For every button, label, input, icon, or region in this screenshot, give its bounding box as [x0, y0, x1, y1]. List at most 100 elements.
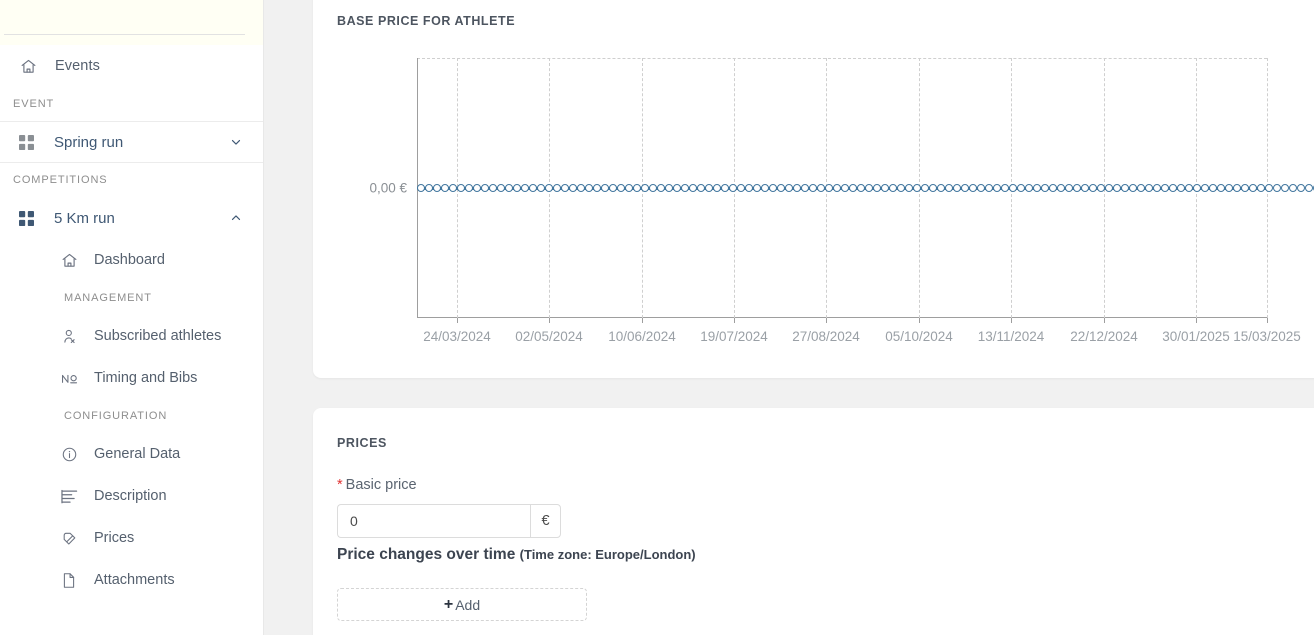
chevron-down-icon[interactable]: [229, 135, 243, 149]
sidebar-item-label: General Data: [94, 446, 181, 462]
chart-data-point: [473, 184, 481, 192]
sidebar-item-dashboard[interactable]: Dashboard: [0, 239, 263, 281]
chart-data-point: [537, 184, 545, 192]
price-changes-heading-text: Price changes over time: [337, 546, 516, 563]
chart-data-point: [617, 184, 625, 192]
chart-data-point: [689, 184, 697, 192]
tag-icon: [61, 529, 83, 547]
sidebar-section-event: EVENT: [13, 98, 55, 110]
sidebar-item-5-km-run[interactable]: 5 Km run: [0, 197, 263, 239]
chart-x-tick-label: 24/03/2024: [423, 329, 491, 344]
sidebar-item-general-data[interactable]: General Data: [0, 433, 263, 475]
chart-data-point: [1009, 184, 1017, 192]
chart-data-point: [649, 184, 657, 192]
chart-data-point: [497, 184, 505, 192]
sidebar-item-prices[interactable]: Prices: [0, 517, 263, 559]
sidebar-item-subscribed-athletes[interactable]: Subscribed athletes: [0, 315, 263, 357]
chart-data-point: [681, 184, 689, 192]
chart-data-point: [593, 184, 601, 192]
chart-x-tick-label: 30/01/2025: [1162, 329, 1230, 344]
chart-data-point: [729, 184, 737, 192]
base-price-chart-card: BASE PRICE FOR ATHLETE 24/03/2024 02/05/2…: [313, 0, 1314, 378]
chart-data-point: [425, 184, 433, 192]
chart-x-tick-label: 22/12/2024: [1070, 329, 1138, 344]
sidebar-item-timing-and-bibs[interactable]: Timing and Bibs: [0, 357, 263, 399]
file-icon: [61, 571, 83, 589]
chart-data-point: [521, 184, 529, 192]
chart-data-point: [1089, 184, 1097, 192]
chart-x-tick: [919, 318, 920, 323]
chart-data-point: [1169, 184, 1177, 192]
chart-data-point: [1041, 184, 1049, 192]
currency-suffix: €: [530, 504, 561, 538]
sidebar-item-events[interactable]: Events: [0, 45, 263, 87]
chart-data-point: [833, 184, 841, 192]
plus-icon: +: [443, 595, 454, 613]
chart-x-tick-label: 02/05/2024: [515, 329, 583, 344]
chart-data-point: [1225, 184, 1233, 192]
chart-y-tick-label: 0,00 €: [369, 180, 407, 196]
chart-data-point: [1193, 184, 1201, 192]
chart-data-point: [585, 184, 593, 192]
chart-data-point: [769, 184, 777, 192]
chart-x-tick: [1196, 318, 1197, 323]
chart-x-tick: [1267, 318, 1268, 323]
chart-data-point: [441, 184, 449, 192]
add-button-label: Add: [455, 596, 481, 613]
chart-data-point: [745, 184, 753, 192]
chart-data-point: [609, 184, 617, 192]
add-price-change-button[interactable]: + Add: [337, 588, 587, 621]
chart-data-point: [977, 184, 985, 192]
chart-x-axis: [417, 317, 1267, 318]
sidebar-item-description[interactable]: Description: [0, 475, 263, 517]
home-icon: [20, 57, 42, 75]
sidebar-item-label: Attachments: [94, 572, 175, 588]
basic-price-input-group: €: [337, 504, 561, 538]
chart-data-point: [929, 184, 937, 192]
chart-data-point: [1113, 184, 1121, 192]
chart-data-point: [1281, 184, 1289, 192]
chart-data-point: [641, 184, 649, 192]
sidebar-item-label: Timing and Bibs: [94, 370, 198, 386]
chart-data-point: [985, 184, 993, 192]
sidebar-section-competitions: COMPETITIONS: [13, 174, 108, 186]
chart-data-point: [897, 184, 905, 192]
chart-data-point: [777, 184, 785, 192]
chart-data-point: [1257, 184, 1265, 192]
chart-data-point: [1233, 184, 1241, 192]
chart-data-point: [913, 184, 921, 192]
chart-data-point: [1073, 184, 1081, 192]
sidebar-item-spring-run[interactable]: Spring run: [0, 121, 263, 163]
chart-data-point: [1161, 184, 1169, 192]
chart-data-point: [1305, 184, 1313, 192]
app-root: Events EVENT Spring run COMPETITIONS 5 K…: [0, 0, 1314, 635]
chart-x-tick: [457, 318, 458, 323]
chevron-up-icon[interactable]: [229, 211, 243, 225]
basic-price-input[interactable]: [337, 504, 530, 538]
sidebar-item-attachments[interactable]: Attachments: [0, 559, 263, 601]
required-marker: *: [337, 477, 343, 493]
grid-icon: [19, 134, 41, 150]
info-circle-icon: [61, 445, 83, 463]
chart-data-point: [937, 184, 945, 192]
chart-x-tick: [549, 318, 550, 323]
chart-title: BASE PRICE FOR ATHLETE: [337, 14, 516, 28]
grid-icon: [19, 210, 41, 226]
chart-data-point: [1265, 184, 1273, 192]
chart-data-point: [457, 184, 465, 192]
chart-data-point: [465, 184, 473, 192]
chart-data-point: [809, 184, 817, 192]
chart-data-point: [1289, 184, 1297, 192]
timezone-note: (Time zone: Europe/London): [519, 547, 696, 562]
prices-card: PRICES *Basic price € Price changes over…: [313, 408, 1314, 635]
chart-data-point: [1129, 184, 1137, 192]
chart-data-point: [1065, 184, 1073, 192]
chart-data-point: [737, 184, 745, 192]
chart-data-point: [1025, 184, 1033, 192]
chart-x-tick: [826, 318, 827, 323]
chart-x-tick: [642, 318, 643, 323]
chart-data-point: [873, 184, 881, 192]
main-content: BASE PRICE FOR ATHLETE 24/03/2024 02/05/2…: [264, 0, 1314, 635]
chart-data-point: [657, 184, 665, 192]
chart-x-tick-label: 10/06/2024: [608, 329, 676, 344]
